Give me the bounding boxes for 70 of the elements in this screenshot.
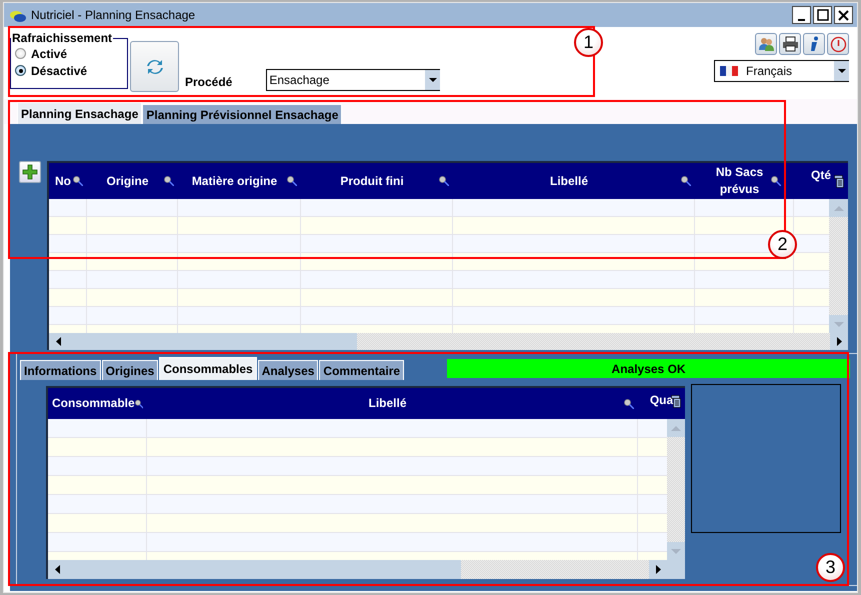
scroll-down-icon [671, 548, 681, 554]
column-header[interactable]: Qua [638, 388, 685, 419]
info-button[interactable] [803, 33, 825, 55]
power-button[interactable] [827, 33, 849, 55]
column-header[interactable]: Libellé [453, 163, 695, 199]
scroll-up-icon [671, 424, 681, 432]
window-title: Nutriciel - Planning Ensachage [31, 8, 196, 22]
users-button[interactable] [755, 33, 777, 55]
column-header[interactable]: Origine [87, 163, 178, 199]
minimize-icon [798, 18, 805, 20]
tab[interactable]: Commentaire [319, 360, 404, 380]
column-header[interactable]: Consommable [48, 388, 147, 419]
tab[interactable]: Informations [20, 360, 101, 380]
radio-label[interactable]: Désactivé [31, 64, 88, 78]
callout-badge: 1 [574, 28, 603, 57]
vertical-scrollbar[interactable] [829, 199, 848, 333]
minimize-button[interactable] [792, 6, 811, 24]
status-banner: Analyses OK [447, 359, 850, 378]
scroll-right-icon [836, 337, 842, 346]
maximize-button[interactable] [813, 6, 832, 24]
column-header[interactable]: Libellé [147, 388, 638, 419]
column-header[interactable]: Qté [794, 163, 848, 199]
radio-button[interactable] [15, 65, 26, 76]
column-header[interactable]: Produit fini [301, 163, 453, 199]
language-dropdown[interactable]: Français [714, 60, 849, 82]
search-icon [770, 176, 780, 186]
close-button[interactable] [834, 6, 853, 24]
search-icon [624, 398, 634, 408]
tab[interactable]: Planning Ensachage [17, 102, 142, 124]
app-icon [10, 8, 26, 22]
users-icon [758, 36, 774, 52]
search-icon [134, 398, 143, 408]
horizontal-scrollbar[interactable] [48, 560, 685, 579]
scroll-left-icon [54, 565, 60, 574]
refresh-button[interactable] [130, 41, 179, 92]
print-button[interactable] [779, 33, 801, 55]
add-button[interactable] [19, 161, 41, 183]
tab[interactable]: Consommables [159, 357, 257, 380]
scroll-left-icon [56, 337, 60, 346]
horizontal-scrollbar[interactable] [49, 333, 848, 350]
column-header[interactable]: Nb Sacs prévus [695, 163, 794, 199]
field-label: Procédé [185, 75, 232, 89]
refresh-icon [146, 58, 164, 76]
scroll-right-icon [656, 565, 660, 574]
plus-icon [22, 164, 38, 180]
power-icon [830, 36, 846, 52]
group-title: Rafraichissement [11, 31, 114, 45]
printer-icon [782, 36, 798, 52]
column-header[interactable]: Matière origine [178, 163, 301, 199]
close-icon [838, 10, 849, 20]
search-icon [287, 176, 297, 186]
caret-icon [838, 69, 846, 73]
tab[interactable]: Origines [102, 360, 158, 380]
flag-icon [720, 66, 738, 76]
tab[interactable]: Analyses [258, 360, 318, 380]
column-header[interactable]: No [49, 163, 87, 199]
search-icon [164, 176, 174, 186]
radio-button[interactable] [15, 48, 26, 59]
maximize-icon [816, 9, 828, 21]
scroll-up-icon [834, 204, 844, 212]
vertical-scrollbar[interactable] [667, 419, 685, 560]
scroll-down-icon [834, 320, 844, 328]
search-icon [681, 176, 691, 186]
search-icon [73, 176, 83, 186]
tab[interactable]: Planning Prévisionnel Ensachage [142, 104, 342, 124]
caret-icon [428, 78, 437, 82]
search-icon [439, 176, 449, 186]
column-chooser-icon [834, 175, 844, 188]
radio-label[interactable]: Activé [31, 46, 68, 60]
process-dropdown[interactable]: Ensachage [266, 69, 440, 91]
